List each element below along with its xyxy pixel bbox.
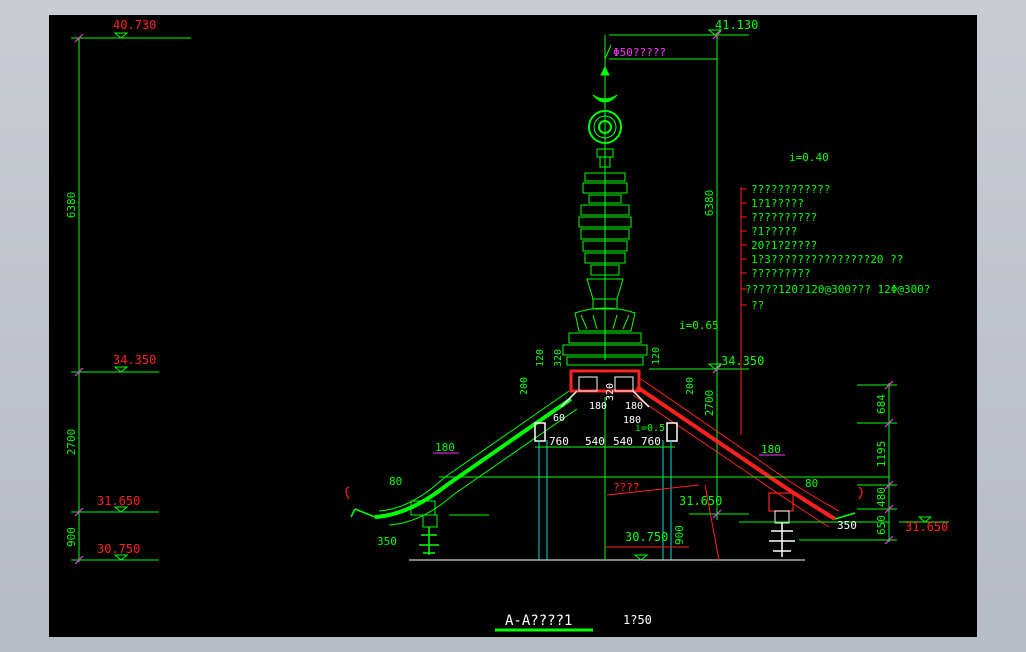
dim-180-left-eave: 180 [435, 441, 455, 454]
note-line-3: ?????????? [751, 211, 817, 224]
elev-base-center: 30.750 [625, 530, 668, 544]
right-dim-1195: 1195 [875, 441, 888, 468]
left-dimension-column [71, 32, 191, 562]
center-dim-2700: 2700 [703, 390, 716, 417]
dim-320-right: 320 [605, 383, 616, 401]
dim-120-left: 120 [535, 349, 546, 367]
slope-low-label: i=0.5 [635, 423, 665, 434]
dim-350-left-eave: 350 [377, 535, 397, 548]
slope-top-label: i=0.40 [789, 151, 829, 164]
note-line-4: ?1????? [751, 225, 797, 238]
note-line-2: 1?1????? [751, 197, 804, 210]
elev-base-left: 30.750 [97, 542, 140, 556]
eave-detail-dims: 180 80 350 180 80 350 [377, 441, 857, 548]
dim-180-a: 180 [589, 401, 607, 412]
elev-mid-left: 34.350 [113, 353, 156, 367]
right-dimension-column [857, 383, 949, 542]
gutter-label: ???? [613, 481, 640, 494]
dim-60: 60 [553, 413, 565, 424]
dim-180-right-eave: 180 [761, 443, 781, 456]
right-dim-684: 684 [875, 394, 888, 414]
dim-80-right-eave: 80 [805, 477, 818, 490]
note-line-5: 20?1?2???? [751, 239, 817, 252]
drawing-canvas[interactable]: 40.730 34.350 31.650 30.750 6380 2700 90… [49, 15, 977, 637]
note-line-7: ????????? [751, 267, 811, 280]
left-dim-900: 900 [65, 527, 78, 547]
left-roof-slope [345, 390, 578, 555]
span-dim-2: 540 [585, 435, 605, 448]
note-line-8: ?????120?120@300??? 12Φ@300? [745, 283, 930, 296]
elev-top-left: 40.730 [113, 18, 156, 32]
slope-mid-label: i=0.65 [679, 319, 719, 332]
elev-top-right: 41.130 [715, 18, 758, 32]
dim-80-left-eave: 80 [389, 475, 402, 488]
left-dim-6380: 6380 [65, 192, 78, 219]
dim-320-left: 320 [553, 349, 564, 367]
elev-eave-right: 31.650 [905, 520, 948, 534]
center-dim-6380: 6380 [703, 190, 716, 217]
span-dim-4: 760 [641, 435, 661, 448]
ridge-detail-dims: 120 320 200 120 320 200 180 180 180 60 i… [519, 347, 696, 434]
dim-200-left: 200 [519, 377, 530, 395]
spire-finial [562, 35, 648, 366]
elev-eave-left: 31.650 [97, 494, 140, 508]
span-dim-3: 540 [613, 435, 633, 448]
dim-350-right-eave: 350 [837, 519, 857, 532]
dim-180-c: 180 [625, 401, 643, 412]
construction-notes: ???????????? 1?1????? ?????????? ?1?????… [740, 183, 930, 435]
scale-label: 1?50 [623, 613, 652, 627]
note-line-1: ???????????? [751, 183, 830, 196]
left-dim-2700: 2700 [65, 429, 78, 456]
elev-mid-right: 34.350 [721, 354, 764, 368]
center-dim-900: 900 [673, 525, 686, 545]
dim-200-right: 200 [685, 377, 696, 395]
elev-eave-center: 31.650 [679, 494, 722, 508]
note-line-6: 1?3???????????????20 ?? [751, 253, 903, 266]
spire-diameter-label: Φ50????? [613, 46, 666, 59]
note-line-9: ?? [751, 299, 764, 312]
span-dim-1: 760 [549, 435, 569, 448]
dim-120-right: 120 [651, 347, 662, 365]
section-drawing: 40.730 34.350 31.650 30.750 6380 2700 90… [65, 18, 949, 632]
right-dim-650: 650 [875, 515, 888, 535]
right-dim-480: 480 [875, 487, 888, 507]
section-title: A-A????1 [505, 613, 572, 629]
